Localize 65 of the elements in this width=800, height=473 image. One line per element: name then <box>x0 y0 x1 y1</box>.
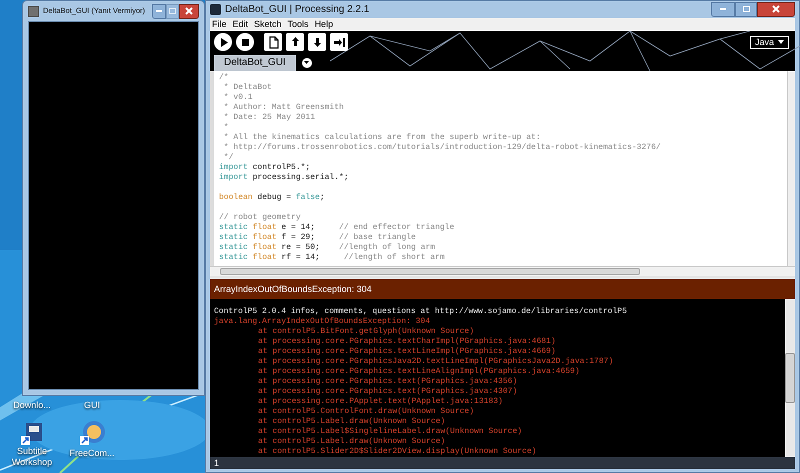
console-line: at controlP5.Label.draw(Unknown Source) <box>257 437 446 447</box>
menu-item[interactable]: Tools <box>288 18 309 30</box>
code-line: */ <box>222 152 234 163</box>
console-line: at processing.core.PApplet.text(PApplet.java:13183) <box>257 397 504 407</box>
code-line: static float rf = 14; //length of short arm <box>219 252 445 263</box>
error-message: ArrayIndexOutOfBoundsException: 304 <box>214 282 372 296</box>
run-button[interactable] <box>214 33 232 52</box>
console-line: java.lang.ArrayIndexOutOfBoundsException: 304 <box>214 317 432 327</box>
close-button[interactable] <box>757 2 795 17</box>
close-icon <box>185 7 193 15</box>
menu-item[interactable]: File <box>212 18 227 30</box>
line-number: 1 <box>214 458 220 468</box>
menu-item[interactable]: Help <box>314 18 334 30</box>
console-line: at processing.core.PGraphics.text(PGraphics.java:4307) <box>257 387 518 397</box>
export-button[interactable] <box>330 33 348 52</box>
open-button[interactable] <box>286 33 304 52</box>
code-line: * Date: 25 May 2011 <box>222 112 316 123</box>
code-line: * All the kinematics calculations are from the superb write-up at: <box>222 132 541 143</box>
caret-icon <box>778 40 784 44</box>
console-line: at processing.core.PGraphicsJava2D.textLineImpl(PGraphicsJava2D.java:1787) <box>257 357 614 367</box>
mode-dropdown[interactable]: Java <box>750 36 789 49</box>
globe-icon <box>78 420 106 448</box>
menu-item[interactable]: Edit <box>232 18 248 30</box>
tab-menu-button[interactable] <box>302 58 312 68</box>
console-line: at controlP5.Label.draw(Unknown Source) <box>257 417 446 427</box>
console-line: ControlP5 2.0.4 infos, comments, questions at http://www.sojamo.de/libraries/controlP5 <box>214 307 628 317</box>
new-button[interactable] <box>264 33 282 52</box>
console-line: at processing.core.PGraphics.text(PGraphics.java:4356) <box>257 377 518 387</box>
window-title: DeltaBot_GUI | Processing 2.2.1 <box>225 2 370 17</box>
save-button[interactable] <box>308 33 326 52</box>
code-line: * Author: Matt Greensmith <box>222 102 344 113</box>
code-line: * <box>222 122 229 133</box>
console-scrollbar[interactable] <box>785 299 795 458</box>
stop-button[interactable] <box>236 33 254 52</box>
maximize-button[interactable] <box>735 2 757 17</box>
processing-logo-icon <box>210 4 221 15</box>
console-line: at controlP5.Label$SinglelineLabel.draw(Unknown Source) <box>257 427 524 437</box>
close-button[interactable] <box>179 4 199 18</box>
console-line: at processing.core.PGraphics.textCharImpl(PGraphics.java:4681) <box>257 337 557 347</box>
film-icon <box>19 420 45 446</box>
code-line: static float re = 50; //length of long arm <box>219 242 436 253</box>
editor-tab[interactable]: DeltaBot_GUI <box>214 54 296 71</box>
caret-icon <box>304 61 310 64</box>
code-line: * DeltaBot <box>222 82 272 93</box>
code-line: * http://forums.trossenrobotics.com/tutorials/introduction-129/delta-robot-kinematics-3276/ <box>222 142 661 153</box>
console-line: at controlP5.ControlFont.draw(Unknown Source) <box>257 407 476 417</box>
close-icon <box>772 5 780 14</box>
console-line: at controlP5.Slider2D$Slider2DView.display(Unknown Source) <box>257 447 538 458</box>
code-line: static float e = 14; // end effector triangle <box>219 222 454 233</box>
console-line: at controlP5.BitFont.getGlyph(Unknown Source) <box>257 327 476 337</box>
horizontal-scrollbar[interactable] <box>210 266 795 276</box>
code-line: boolean debug = false; <box>219 192 325 203</box>
minimize-button[interactable] <box>152 4 166 18</box>
menu-item[interactable]: Sketch <box>254 18 282 30</box>
vertical-scrollbar[interactable] <box>787 70 795 266</box>
code-line: import controlP5.*; <box>219 162 310 173</box>
code-line: static float f = 29; // base triangle <box>219 232 416 243</box>
console-line: at processing.core.PGraphics.textLineImpl(PGraphics.java:4669) <box>257 347 557 357</box>
code-line: * v0.1 <box>222 92 253 103</box>
app-icon <box>28 6 39 16</box>
minimize-button[interactable] <box>711 2 735 17</box>
code-line: import processing.serial.*; <box>219 172 349 183</box>
code-line: // robot geometry <box>219 212 301 223</box>
console-line: at processing.core.PGraphics.textLineAlignImpl(PGraphics.java:4659) <box>257 367 581 377</box>
code-line: /* <box>219 72 229 83</box>
